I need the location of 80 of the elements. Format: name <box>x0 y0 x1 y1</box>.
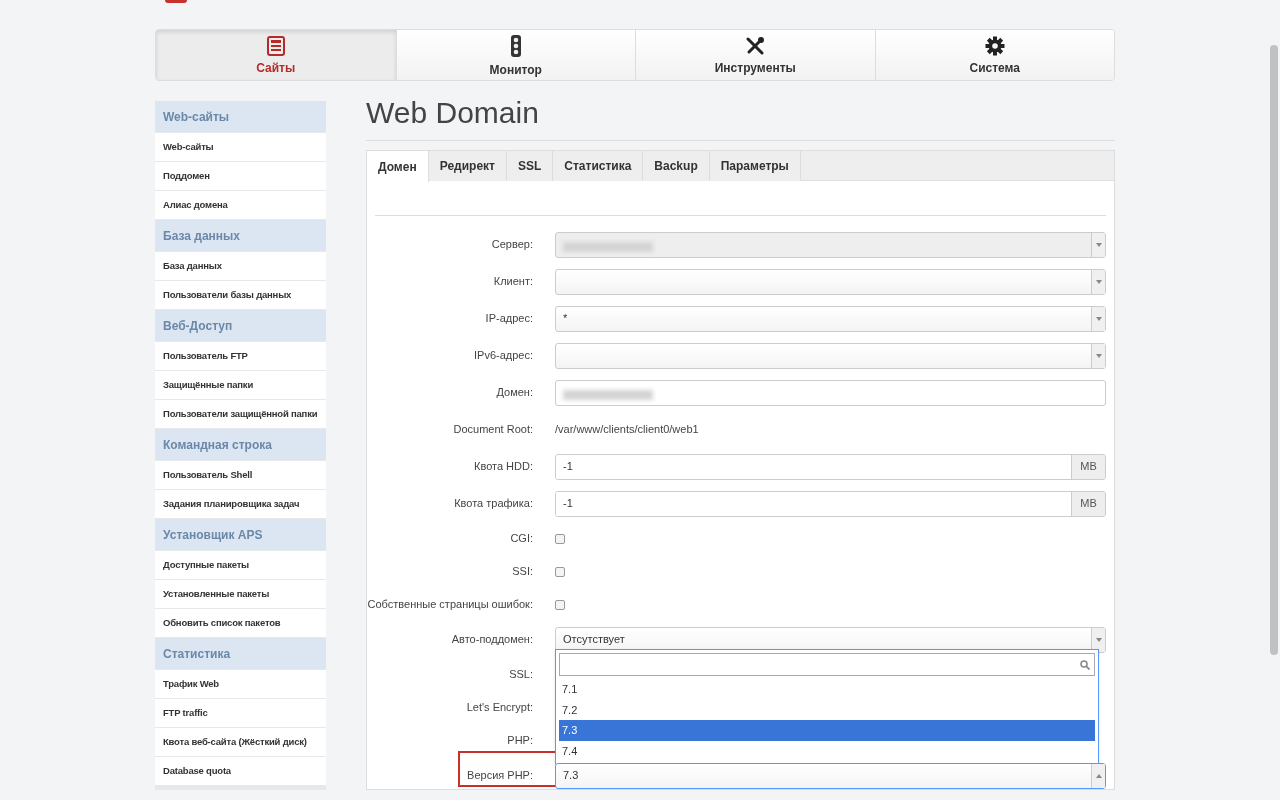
caret-icon <box>1095 637 1102 642</box>
field-label: IP-адрес: <box>484 311 533 327</box>
sidebar-item[interactable]: Database quota <box>155 757 326 785</box>
tab[interactable]: Редирект <box>428 151 507 181</box>
field-label: Document Root: <box>452 422 533 438</box>
dropdown-option[interactable]: 7.2 <box>559 699 1095 720</box>
tab[interactable]: SSL <box>506 151 554 181</box>
sidebar-section-header: Веб-Доступ <box>155 310 326 341</box>
dropdown-option[interactable]: 7.1 <box>559 679 1095 700</box>
sidebar-item[interactable]: Алиас домена <box>155 191 326 219</box>
sidebar-section-header: Командная строка <box>155 429 326 460</box>
tab[interactable]: Параметры <box>709 151 801 181</box>
caret-icon <box>1095 316 1102 321</box>
nav-tab[interactable]: Система <box>874 30 1114 80</box>
sidebar-item[interactable]: Пользователь FTP <box>155 342 326 370</box>
dropdown-option[interactable]: 7.4 <box>559 740 1095 761</box>
scrollbar-thumb[interactable] <box>1270 45 1278 655</box>
search-field[interactable] <box>559 653 1095 676</box>
select-value: Отсутствует <box>563 632 626 648</box>
nav-tab[interactable]: Монитор <box>395 30 635 80</box>
checkbox[interactable] <box>555 566 565 577</box>
select-field[interactable]: * <box>555 305 1106 332</box>
sidebar-item[interactable]: Пользователи защищённой папки <box>155 400 326 428</box>
list-window-icon <box>266 35 285 56</box>
dropdown-option[interactable]: 7.3 <box>559 720 1095 741</box>
field-label: Квота трафика: <box>453 496 533 512</box>
sidebar-item[interactable]: Задания планировщика задач <box>155 490 326 518</box>
traffic-light-icon <box>509 33 522 58</box>
field-value: /var/www/clients/client0/web1 <box>555 422 699 438</box>
sidebar-item[interactable]: Установленные пакеты <box>155 580 326 608</box>
sidebar-item[interactable]: Поддомен <box>155 162 326 190</box>
checkbox[interactable] <box>555 599 565 610</box>
sidebar-item[interactable]: Квота веб-сайта (Жёсткий диск) <box>155 728 326 756</box>
field-label: SSI: <box>511 564 533 580</box>
sidebar-item[interactable]: База данных <box>155 252 326 280</box>
field-label: Собственные страницы ошибок: <box>367 597 533 613</box>
sidebar-item[interactable]: Web-сайты <box>155 133 326 161</box>
caret-icon <box>1095 353 1102 358</box>
select-field[interactable] <box>555 342 1106 369</box>
nav-tab[interactable]: Сайты <box>156 30 396 80</box>
field-label: Домен: <box>495 385 533 401</box>
select-field[interactable] <box>555 268 1106 295</box>
sidebar-item[interactable]: Пользователь Shell <box>155 461 326 489</box>
field-label: IPv6-адрес: <box>473 348 533 364</box>
page-heading: Web Domain <box>366 95 540 131</box>
field-label: Квота HDD: <box>473 459 533 475</box>
field-label: SSL: <box>508 667 533 683</box>
search-icon <box>1080 659 1090 670</box>
checkbox[interactable] <box>555 533 565 544</box>
text-field[interactable] <box>555 379 1106 406</box>
sidebar-item[interactable]: Доступные пакеты <box>155 551 326 579</box>
tools-icon <box>745 35 766 56</box>
sidebar-item[interactable]: Обновить список пакетов <box>155 609 326 637</box>
field-label: Сервер: <box>490 237 533 253</box>
tab[interactable]: Статистика <box>553 151 644 181</box>
field-label: Let's Encrypt: <box>465 700 533 716</box>
field-label: Версия PHP: <box>466 768 533 784</box>
field-label: Клиент: <box>492 274 533 290</box>
sidebar-item[interactable]: Защищённые папки <box>155 371 326 399</box>
field-label: Авто-поддомен: <box>450 632 533 648</box>
tab[interactable]: Backup <box>643 151 710 181</box>
select-field[interactable]: Отсутствует <box>555 626 1106 653</box>
select-field[interactable]: 7.3 <box>555 762 1106 789</box>
caret-icon <box>1095 773 1102 778</box>
select-value: * <box>563 311 569 327</box>
sidebar-section-header: Web-сайты <box>155 101 326 132</box>
select-value: 7.3 <box>563 768 580 784</box>
sidebar-item[interactable]: Трафик Web <box>155 670 326 698</box>
tab[interactable]: Домен <box>367 151 429 182</box>
sidebar-item[interactable]: FTP traffic <box>155 699 326 727</box>
nav-tab[interactable]: Инструменты <box>635 30 875 80</box>
logo-icon <box>165 0 187 3</box>
field-label: PHP: <box>506 733 533 749</box>
caret-icon <box>1095 279 1102 284</box>
field-label: CGI: <box>509 531 533 547</box>
caret-icon <box>1095 242 1102 247</box>
sidebar-section-header: База данных <box>155 220 326 251</box>
sidebar-section-header: Статистика <box>155 638 326 669</box>
sidebar-item[interactable]: Пользователи базы данных <box>155 281 326 309</box>
sidebar-section-header: Установщик APS <box>155 519 326 550</box>
